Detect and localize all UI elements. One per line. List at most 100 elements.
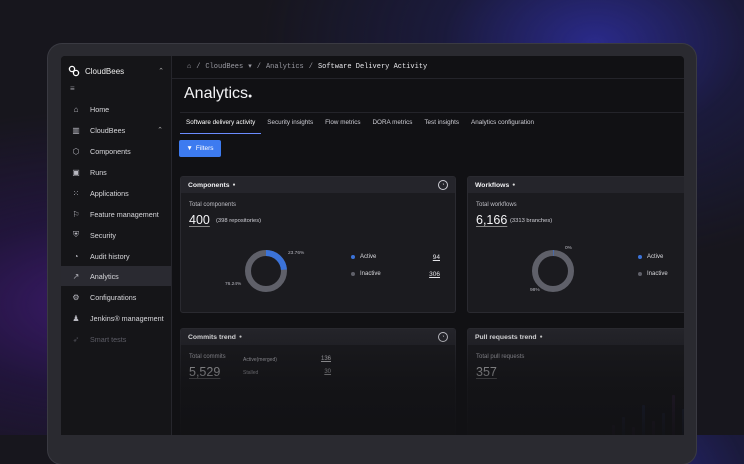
filters-button[interactable]: ▼ Filters — [179, 140, 221, 157]
legend-active: Active — [638, 254, 663, 260]
commits-trend-card-header: Commits trend ● ◔ — [181, 329, 455, 345]
breadcrumb-org[interactable]: CloudBees — [205, 63, 243, 71]
tab-analytics-configuration[interactable]: Analytics configuration — [465, 113, 540, 133]
total-components-label: Total components — [189, 202, 237, 208]
decorative-bar — [612, 425, 615, 435]
breadcrumb-separator: / — [196, 62, 201, 71]
app-window: CloudBees ⌃ ≡ ⌂ Home ▥ CloudBees ⌃ ⬡ Compone… — [61, 56, 684, 435]
tab-software-delivery-activity[interactable]: Software delivery activity — [180, 113, 262, 134]
sidebar-item-label: Feature management — [90, 209, 159, 219]
card-title: Workflows — [475, 181, 510, 189]
decorative-bar — [622, 417, 625, 435]
sidebar-item-feature-management[interactable]: ⚐ Feature management — [61, 204, 171, 224]
info-icon[interactable]: ● — [540, 334, 543, 340]
home-icon: ⌂ — [73, 104, 79, 114]
tab-test-insights[interactable]: Test insights — [418, 113, 465, 133]
sidebar-item-runs[interactable]: ▣ Runs — [61, 162, 171, 182]
tab-dora-metrics[interactable]: DORA metrics — [367, 113, 419, 133]
legend-label: Active — [647, 254, 664, 260]
info-icon[interactable]: ● — [248, 93, 252, 100]
pull-requests-trend-card-header: Pull requests trend ● — [468, 329, 684, 345]
breadcrumb-section[interactable]: Analytics — [266, 63, 304, 71]
sidebar: CloudBees ⌃ ≡ ⌂ Home ▥ CloudBees ⌃ ⬡ Compone… — [61, 56, 172, 435]
info-icon[interactable]: ● — [239, 334, 242, 340]
decorative-bar — [662, 413, 665, 435]
info-icon[interactable]: ● — [512, 182, 515, 188]
legend-swatch — [351, 255, 355, 259]
org-name: CloudBees — [85, 66, 125, 76]
commits-trend-card: Commits trend ● ◔ Total commits 5,529 Act… — [180, 328, 456, 435]
workflows-donut-chart — [532, 250, 574, 292]
active-count[interactable]: 94 — [420, 254, 440, 261]
chevron-updown-icon: ⌃ — [158, 68, 164, 75]
pull-requests-bar-chart — [604, 375, 684, 435]
breadcrumb-separator: / — [256, 62, 261, 71]
decorative-bar — [672, 395, 675, 435]
total-components-value[interactable]: 400 — [189, 213, 210, 227]
legend-inactive: Inactive — [351, 271, 381, 277]
components-card-header: Components ● ◔ — [181, 177, 455, 193]
sidebar-item-label: Components — [90, 146, 131, 156]
cloudbees-logo-icon — [68, 65, 80, 77]
legend-active: Active — [351, 254, 376, 260]
branches-count: (3313 branches) — [510, 218, 553, 224]
inactive-count[interactable]: 306 — [420, 271, 440, 278]
legend-label: Active — [360, 254, 377, 260]
sidebar-item-components[interactable]: ⬡ Components — [61, 141, 171, 161]
collapse-sidebar-icon[interactable]: ≡ — [70, 84, 75, 93]
donut-inactive-segment[interactable] — [532, 250, 574, 292]
commits-row2-value[interactable]: 30 — [311, 369, 331, 375]
tab-security-insights[interactable]: Security insights — [261, 113, 319, 133]
legend-label: Inactive — [647, 271, 668, 277]
sidebar-item-label: Applications — [90, 188, 129, 198]
sidebar-item-applications[interactable]: ⁙ Applications — [61, 183, 171, 203]
workflows-card: Workflows ● Total workflows 6,166 (3313 b… — [467, 176, 684, 313]
org-switcher[interactable]: CloudBees ⌃ — [68, 62, 164, 80]
home-icon[interactable]: ⌂ — [187, 63, 191, 71]
active-percent: 23.76% — [288, 251, 305, 256]
sidebar-item-label: Configurations — [90, 292, 137, 302]
cube-icon: ⬡ — [72, 146, 80, 156]
sidebar-item-security[interactable]: ⛨ Security — [61, 225, 171, 245]
total-commits-value[interactable]: 5,529 — [189, 365, 220, 379]
workflows-card-header: Workflows ● — [468, 177, 684, 193]
inactive-percent: 76.24% — [225, 282, 242, 287]
chart-toggle-icon[interactable]: ◔ — [438, 332, 448, 342]
sidebar-item-smart-tests[interactable]: ➶ Smart tests — [61, 329, 171, 349]
card-title: Commits trend — [188, 333, 236, 341]
sidebar-item-label: Home — [90, 104, 110, 114]
gear-icon: ⚙ — [72, 292, 80, 302]
breadcrumb: ⌂ / CloudBees ▾ / Analytics / Software D… — [187, 62, 428, 72]
sidebar-item-cloudbees[interactable]: ▥ CloudBees ⌃ — [61, 120, 171, 140]
chart-toggle-icon[interactable]: ◔ — [438, 180, 448, 190]
sidebar-item-audit-history[interactable]: ◔ Audit history — [61, 246, 171, 266]
run-icon: ▣ — [72, 167, 80, 177]
decorative-bar — [682, 409, 684, 435]
decorative-bar — [642, 405, 645, 435]
rocket-icon: ➶ — [72, 334, 80, 344]
inactive-percent: 98% — [530, 288, 540, 293]
total-workflows-label: Total workflows — [476, 202, 517, 208]
tab-bar: Software delivery activity Security insi… — [180, 112, 684, 134]
breadcrumb-current: Software Delivery Activity — [317, 62, 428, 71]
legend-label: Inactive — [360, 271, 381, 277]
jenkins-icon: ♟ — [72, 313, 80, 323]
total-pull-requests-value[interactable]: 357 — [476, 365, 497, 379]
sidebar-item-configurations[interactable]: ⚙ Configurations — [61, 287, 171, 307]
page-title: Analytics● — [184, 85, 252, 103]
total-workflows-value[interactable]: 6,166 — [476, 213, 507, 227]
sidebar-item-home[interactable]: ⌂ Home — [61, 99, 171, 119]
info-icon[interactable]: ● — [233, 182, 236, 188]
sidebar-item-jenkins-management[interactable]: ♟ Jenkins® management — [61, 308, 171, 328]
tab-flow-metrics[interactable]: Flow metrics — [319, 113, 366, 133]
sidebar-item-analytics[interactable]: ↗ Analytics — [61, 266, 171, 286]
sidebar-item-label: Audit history — [90, 251, 130, 261]
page-title-text: Analytics — [184, 85, 249, 102]
filters-label: Filters — [195, 145, 214, 152]
chevron-updown-icon: ⌃ — [157, 127, 163, 134]
breadcrumb-separator: / — [308, 62, 313, 71]
sidebar-item-label: CloudBees — [90, 125, 126, 135]
commits-row1-value[interactable]: 136 — [311, 356, 331, 362]
chevron-down-icon[interactable]: ▾ — [248, 62, 252, 71]
active-percent: 0% — [565, 246, 572, 251]
